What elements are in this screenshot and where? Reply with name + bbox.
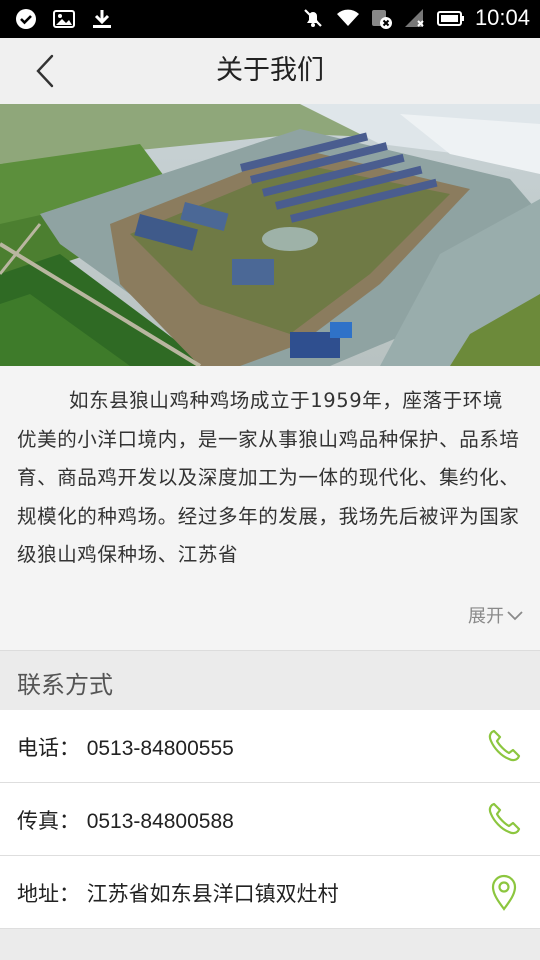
back-button[interactable] — [26, 50, 66, 92]
contact-row-phone[interactable]: 电话： 0513-84800555 — [0, 710, 540, 783]
title-bar: 关于我们 — [0, 38, 540, 104]
sim-icon — [369, 6, 393, 30]
phone-icon — [488, 729, 521, 762]
about-section: 如东县狼山鸡种鸡场成立于1959年，座落于环境优美的小洋口境内，是一家从事狼山鸡… — [0, 366, 540, 650]
check-circle-icon — [14, 7, 38, 31]
location-pin-icon — [491, 874, 517, 911]
status-bar: 10:04 — [0, 0, 540, 38]
wifi-icon — [335, 6, 359, 30]
contact-section-header: 联系方式 — [0, 650, 540, 711]
phone-number: 0513-84800555 — [86, 737, 234, 760]
farm-aerial-photo — [0, 104, 540, 366]
contact-label: 传真： — [17, 809, 80, 833]
contact-label: 电话： — [17, 736, 80, 760]
expand-button[interactable]: 展开 — [468, 602, 524, 628]
call-fax-button[interactable] — [484, 799, 524, 839]
contact-row-fax[interactable]: 传真： 0513-84800588 — [0, 783, 540, 856]
section-title: 联系方式 — [17, 671, 113, 699]
battery-icon — [436, 6, 465, 30]
clock: 10:04 — [474, 5, 530, 30]
fax-number: 0513-84800588 — [86, 810, 234, 833]
image-icon — [52, 7, 76, 31]
about-text: 如东县狼山鸡种鸡场成立于1959年，座落于环境优美的小洋口境内，是一家从事狼山鸡… — [17, 389, 520, 566]
call-button[interactable] — [484, 726, 524, 766]
address-text: 江苏省如东县洋口镇双灶村 — [86, 882, 339, 906]
contact-label: 地址： — [17, 882, 80, 906]
signal-icon — [403, 6, 427, 30]
page-title: 关于我们 — [216, 55, 324, 86]
bottom-spacer — [0, 929, 540, 960]
chevron-left-icon — [36, 54, 54, 88]
mute-icon — [301, 6, 325, 30]
phone-icon — [488, 802, 521, 835]
chevron-down-icon — [507, 611, 523, 621]
expand-label: 展开 — [468, 606, 504, 627]
map-button[interactable] — [484, 872, 524, 912]
contact-row-address[interactable]: 地址： 江苏省如东县洋口镇双灶村 — [0, 856, 540, 929]
download-icon — [90, 7, 114, 31]
